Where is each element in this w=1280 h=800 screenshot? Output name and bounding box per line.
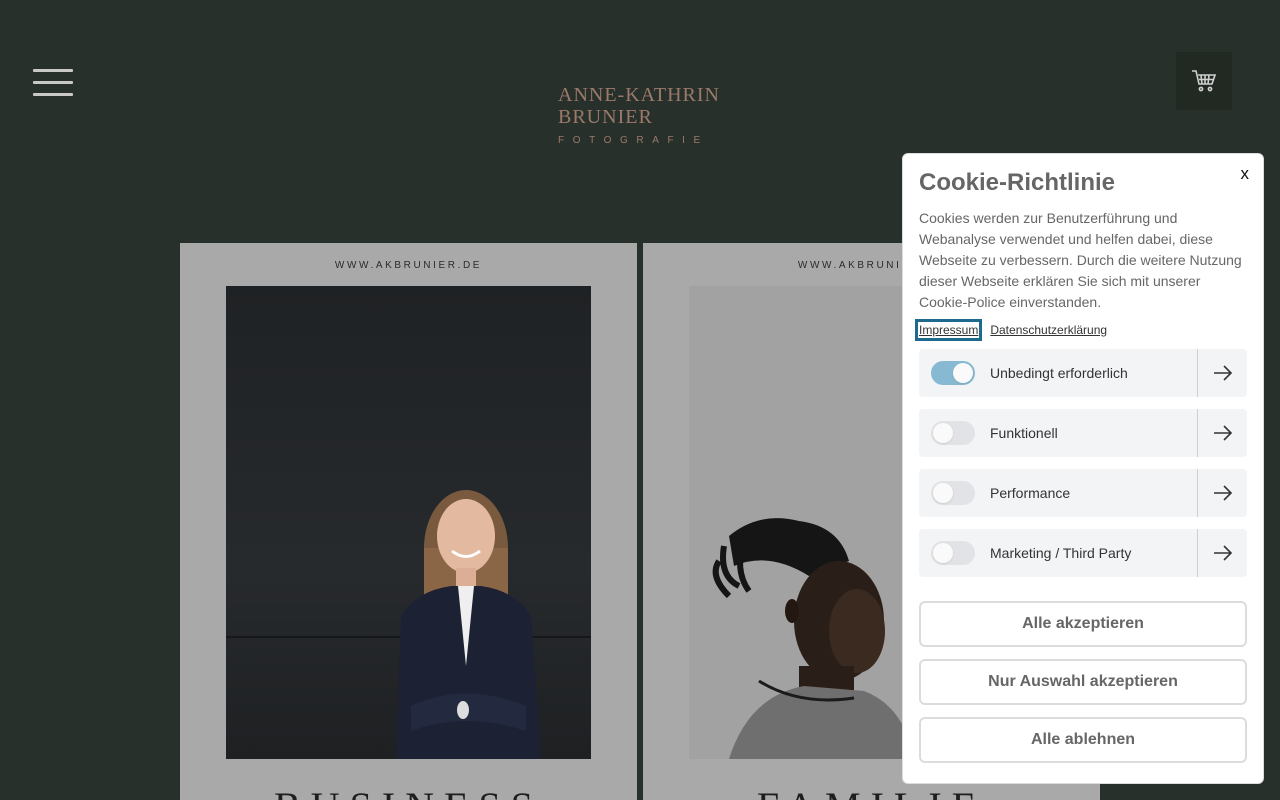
accept-all-button[interactable]: Alle akzeptieren xyxy=(919,601,1247,647)
arrow-right-icon xyxy=(1213,425,1232,441)
arrow-right-icon xyxy=(1213,545,1232,561)
toggle-switch[interactable] xyxy=(931,421,975,445)
toggle-knob xyxy=(933,543,953,563)
cookie-option-functional: Funktionell xyxy=(919,409,1247,457)
toggle-switch[interactable] xyxy=(931,541,975,565)
logo-line-2: BRUNIER xyxy=(558,106,653,128)
toggle-knob xyxy=(953,363,973,383)
business-portrait-photo xyxy=(226,286,591,759)
logo-line-1: ANNE-KATHRIN xyxy=(558,84,720,106)
card-url: WWW.AKBRUNIER.DE xyxy=(334,260,483,271)
impressum-link[interactable]: Impressum xyxy=(914,319,983,341)
hamburger-line xyxy=(33,69,73,72)
hamburger-line xyxy=(33,93,73,96)
cookie-title: Cookie-Richtlinie xyxy=(919,169,1116,196)
toggle-switch[interactable] xyxy=(931,361,975,385)
toggle-knob xyxy=(933,423,953,443)
card-caption: BUSINESS xyxy=(180,783,637,800)
cookie-option-required: Unbedingt erforderlich xyxy=(919,349,1247,397)
close-button[interactable]: x xyxy=(1241,164,1250,184)
accept-selection-button[interactable]: Nur Auswahl akzeptieren xyxy=(919,659,1247,705)
option-label: Funktionell xyxy=(990,425,1058,441)
expand-arrow-button[interactable] xyxy=(1197,529,1247,577)
cookie-option-performance: Performance xyxy=(919,469,1247,517)
shopping-cart-icon xyxy=(1192,70,1217,92)
toggle-knob xyxy=(933,483,953,503)
card-caption: FAMILIE xyxy=(643,783,1100,800)
arrow-right-icon xyxy=(1213,485,1232,501)
cookie-links: Impressum Datenschutzerklärung xyxy=(914,319,1247,341)
expand-arrow-button[interactable] xyxy=(1197,349,1247,397)
cart-button[interactable] xyxy=(1176,52,1232,110)
option-label: Performance xyxy=(990,485,1071,501)
logo-line-3: FOTOGRAFIE xyxy=(558,135,709,146)
option-label: Marketing / Third Party xyxy=(990,545,1132,561)
reject-all-button[interactable]: Alle ablehnen xyxy=(919,717,1247,763)
category-card-business[interactable]: WWW.AKBRUNIER.DE BUSINESS xyxy=(180,243,637,800)
site-logo[interactable]: ANNE-KATHRIN BRUNIER FOTOGRAFIE xyxy=(558,84,728,146)
expand-arrow-button[interactable] xyxy=(1197,469,1247,517)
cookie-option-marketing: Marketing / Third Party xyxy=(919,529,1247,577)
menu-hamburger-icon[interactable] xyxy=(33,69,73,97)
cookie-consent-dialog: x Cookie-Richtlinie Cookies werden zur B… xyxy=(902,153,1264,784)
option-label: Unbedingt erforderlich xyxy=(990,365,1128,381)
cookie-description: Cookies werden zur Benutzerführung und W… xyxy=(919,210,1242,310)
toggle-switch[interactable] xyxy=(931,481,975,505)
expand-arrow-button[interactable] xyxy=(1197,409,1247,457)
datenschutz-link[interactable]: Datenschutzerklärung xyxy=(990,323,1107,337)
arrow-right-icon xyxy=(1213,365,1232,381)
hamburger-line xyxy=(33,81,73,84)
